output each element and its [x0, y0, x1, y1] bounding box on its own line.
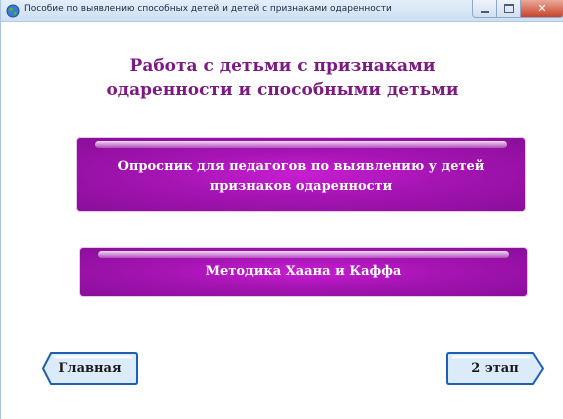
button-shine: [98, 251, 509, 258]
questionnaire-label-line-1: Опросник для педагогов по выявлению у де…: [117, 158, 485, 174]
window-controls: ✕: [472, 0, 563, 20]
next-stage-button[interactable]: 2 этап: [445, 351, 545, 386]
home-label: Главная: [58, 361, 122, 376]
window-title: Пособие по выявлению способных детей и д…: [24, 4, 392, 14]
app-window: Пособие по выявлению способных детей и д…: [0, 0, 563, 419]
app-globe-icon: [6, 4, 20, 18]
questionnaire-button[interactable]: Опросник для педагогов по выявлению у де…: [77, 138, 525, 211]
heading-line-1: Работа с детьми с признаками: [129, 56, 436, 76]
minimize-icon: [480, 10, 489, 13]
button-shine: [95, 141, 507, 148]
close-button[interactable]: ✕: [521, 0, 563, 18]
close-icon: ✕: [537, 2, 547, 15]
maximize-button[interactable]: [497, 0, 521, 18]
questionnaire-label-line-2: признаков одаренности: [209, 178, 393, 194]
maximize-icon: [503, 4, 514, 13]
next-stage-label: 2 этап: [471, 361, 519, 376]
home-button[interactable]: Главная: [41, 351, 139, 386]
minimize-button[interactable]: [472, 0, 497, 18]
title-bar[interactable]: Пособие по выявлению способных детей и д…: [1, 0, 563, 22]
heading-line-2: одаренности и способными детьми: [106, 80, 459, 100]
method-label: Методика Хаана и Каффа: [205, 264, 402, 279]
khaan-kaff-method-button[interactable]: Методика Хаана и Каффа: [80, 248, 527, 296]
page-heading: Работа с детьми с признаками одаренности…: [1, 54, 563, 102]
